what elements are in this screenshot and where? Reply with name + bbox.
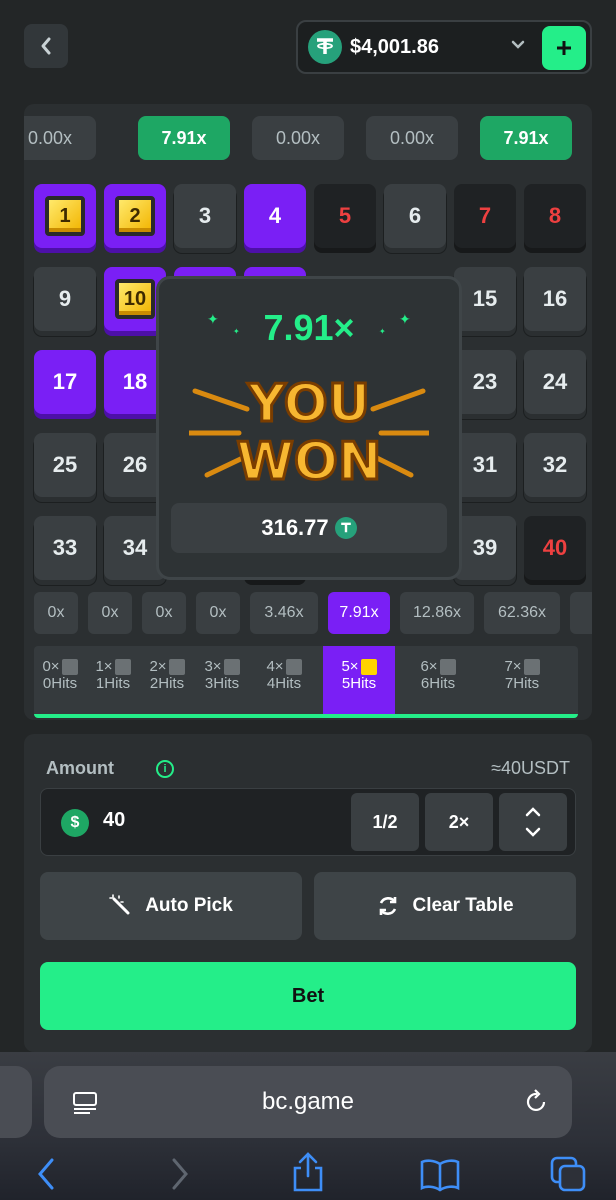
keno-cell[interactable]: 8 (524, 184, 586, 248)
bookmarks-icon[interactable] (420, 1156, 460, 1192)
hits-column: 2× 2Hits (149, 658, 185, 693)
payout-multiplier: 0x (34, 592, 78, 634)
payout-multiplier: 7.91x (328, 592, 390, 634)
you-won-line2: WON (236, 432, 381, 492)
tile-icon (114, 659, 131, 676)
keno-cell[interactable]: 9 (34, 267, 96, 331)
payout-multiplier: 62.36x (484, 592, 560, 634)
tile-icon (523, 659, 540, 676)
keno-cell[interactable]: 33 (34, 516, 96, 580)
amount-adjust-button[interactable] (499, 793, 567, 851)
info-icon[interactable]: i (156, 760, 174, 778)
win-amount: 316.77 (171, 503, 447, 553)
dollar-icon: $ (61, 809, 89, 837)
gem-icon (360, 659, 377, 676)
wallet-selector[interactable]: $4,001.86 (296, 20, 592, 74)
back-arrow-icon[interactable] (34, 1156, 58, 1192)
amount-field: $ 1/2 2× (40, 788, 576, 856)
keno-cell[interactable]: 23 (454, 350, 516, 414)
half-button[interactable]: 1/2 (351, 793, 419, 851)
plus-icon (557, 41, 571, 55)
you-won-banner: YOU WON (189, 373, 429, 493)
forward-arrow-icon[interactable] (168, 1156, 192, 1192)
bet-controls: Amount i ≈40USDT $ 1/2 2× Auto Pick Clea… (24, 734, 592, 1052)
keno-cell[interactable]: 5 (314, 184, 376, 248)
payout-multiplier: 0x (88, 592, 132, 634)
hits-column: 3× 3Hits (204, 658, 240, 693)
tether-icon (334, 517, 357, 539)
hits-column: 7× 7Hits (504, 658, 540, 693)
payout-multiplier: 0x (196, 592, 240, 634)
amount-input[interactable] (103, 809, 303, 832)
hits-column-active: 5× 5Hits (323, 646, 395, 714)
hits-column: 4× 4Hits (266, 658, 302, 693)
keno-cell[interactable]: 17 (34, 350, 96, 414)
keno-cell[interactable]: 2 (104, 184, 166, 248)
keno-cell[interactable]: 40 (524, 516, 586, 580)
keno-cell[interactable]: 31 (454, 433, 516, 497)
tile-icon (285, 659, 302, 676)
tile-icon (168, 659, 185, 676)
hits-table: 0× 0Hits 1× 1Hits 2× 2Hits 3× 3Hits 4× 4Hits … (34, 646, 578, 718)
browser-toolbar: bc.game (0, 1052, 616, 1200)
win-multiplier: 7.91× (263, 307, 355, 348)
previous-tab-preview[interactable] (0, 1066, 32, 1138)
refresh-icon (380, 897, 397, 915)
keno-cell[interactable]: 7 (454, 184, 516, 248)
tabs-icon[interactable] (550, 1156, 586, 1192)
keno-cell[interactable]: 1 (34, 184, 96, 248)
tile-icon (61, 659, 78, 676)
tether-icon (308, 30, 342, 64)
gem-icon: 1 (45, 196, 85, 236)
gem-icon: 2 (115, 196, 155, 236)
keno-cell[interactable]: 32 (524, 433, 586, 497)
keno-cell[interactable]: 39 (454, 516, 516, 580)
address-bar[interactable]: bc.game (44, 1066, 572, 1138)
chevron-down-icon[interactable] (510, 36, 526, 57)
keno-cell[interactable]: 3 (174, 184, 236, 248)
win-popup: ✦ ✦ ✦ ✦ 7.91× YOU WON 316.77 (156, 276, 462, 580)
keno-cell[interactable]: 6 (384, 184, 446, 248)
hits-column: 6× 6Hits (420, 658, 456, 693)
you-won-line1: YOU (247, 374, 370, 434)
share-icon[interactable] (290, 1152, 326, 1192)
gem-icon: 10 (115, 279, 155, 319)
deposit-button[interactable] (542, 26, 586, 70)
bet-button[interactable]: Bet (40, 962, 576, 1030)
payout-table: 0x 0x 0x 0x 3.46x 7.91x 12.86x 62.36x (24, 592, 592, 636)
keno-cell[interactable]: 15 (454, 267, 516, 331)
keno-cell[interactable]: 4 (244, 184, 306, 248)
tile-icon (223, 659, 240, 676)
clear-table-button[interactable]: Clear Table (314, 872, 576, 940)
keno-cell[interactable]: 25 (34, 433, 96, 497)
tile-icon (439, 659, 456, 676)
payout-multiplier: 3.46x (250, 592, 318, 634)
chevron-up-down-icon (525, 807, 541, 837)
back-button[interactable] (24, 24, 68, 68)
hits-column: 0× 0Hits (42, 658, 78, 693)
keno-cell[interactable]: 16 (524, 267, 586, 331)
payout-multiplier: 0x (142, 592, 186, 634)
reload-icon[interactable] (522, 1088, 550, 1116)
amount-label: Amount (46, 758, 114, 778)
amount-usdt-approx: ≈40USDT (491, 758, 570, 778)
keno-cell[interactable]: 24 (524, 350, 586, 414)
double-button[interactable]: 2× (425, 793, 493, 851)
auto-pick-button[interactable]: Auto Pick (40, 872, 302, 940)
payout-multiplier (570, 592, 592, 634)
payout-multiplier: 12.86x (400, 592, 474, 634)
magic-wand-icon (109, 894, 130, 915)
top-bar: $4,001.86 (0, 0, 616, 88)
chevron-left-icon (41, 37, 51, 55)
url-text: bc.game (261, 1088, 355, 1115)
hits-column: 1× 1Hits (95, 658, 131, 693)
wallet-balance: $4,001.86 (350, 36, 439, 58)
